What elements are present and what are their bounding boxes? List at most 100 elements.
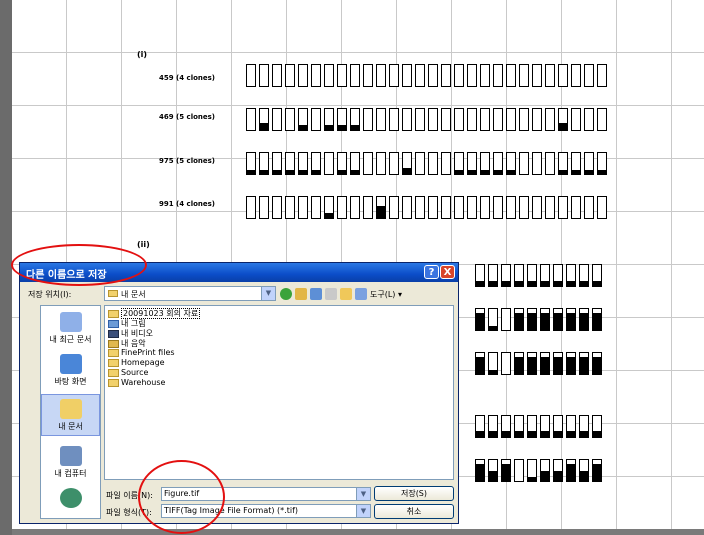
clone-box (558, 64, 568, 87)
clone-box (298, 196, 308, 219)
clone-box (566, 352, 576, 375)
clone-box (597, 152, 607, 175)
my-documents-icon (59, 399, 82, 419)
chevron-down-icon[interactable]: ▼ (261, 287, 275, 300)
clone-box-fill (593, 280, 601, 286)
clone-box-fill (286, 169, 294, 174)
place-network[interactable] (41, 488, 100, 510)
clone-box-fill (580, 280, 588, 286)
search-web-icon[interactable] (310, 288, 322, 300)
clone-box (553, 264, 563, 287)
recent-documents-icon (59, 312, 82, 332)
annotation-circle (11, 244, 147, 286)
clone-box (350, 196, 360, 219)
clone-box-fill (528, 476, 536, 481)
clone-box (540, 264, 550, 287)
clone-box (402, 152, 412, 175)
clone-box (363, 108, 373, 131)
clone-box-fill (593, 357, 601, 374)
clone-box (389, 152, 399, 175)
clone-box (527, 352, 537, 375)
list-item[interactable]: Homepage (108, 358, 165, 367)
video-folder-icon (108, 329, 119, 338)
chevron-down-icon[interactable]: ▼ (356, 505, 370, 517)
views-icon[interactable] (355, 288, 367, 300)
clone-box-fill (528, 280, 536, 286)
clone-box-fill (528, 357, 536, 374)
clone-box-fill (403, 167, 411, 174)
clone-box (246, 108, 256, 131)
chevron-down-icon[interactable]: ▼ (356, 488, 370, 500)
clone-box (545, 108, 555, 131)
clone-box (475, 308, 485, 331)
clone-box-fill (489, 430, 497, 437)
clone-box (592, 352, 602, 375)
clone-box (441, 196, 451, 219)
clone-box-fill (541, 313, 549, 330)
clone-box (506, 64, 516, 87)
up-folder-icon[interactable] (295, 288, 307, 300)
clone-box (376, 64, 386, 87)
clone-box (514, 415, 524, 438)
clone-box-row (246, 64, 607, 87)
clone-box (350, 108, 360, 131)
clone-box (527, 459, 537, 482)
clone-box (402, 196, 412, 219)
cancel-button[interactable]: 취소 (374, 504, 454, 519)
clone-box (389, 64, 399, 87)
clone-box-fill (476, 464, 484, 481)
clone-box (272, 64, 282, 87)
dialog-toolbar: 도구(L) ▾ (280, 287, 402, 301)
clone-box-row (246, 152, 607, 175)
clone-box-fill (515, 430, 523, 437)
new-folder-icon[interactable] (340, 288, 352, 300)
clone-box (514, 264, 524, 287)
clone-box (584, 152, 594, 175)
clone-box-fill (476, 357, 484, 374)
delete-icon[interactable] (325, 288, 337, 300)
clone-box (597, 64, 607, 87)
clone-box (480, 152, 490, 175)
clone-box (501, 459, 511, 482)
place-recent[interactable]: 내 최근 문서 (41, 312, 100, 345)
save-in-value: 내 문서 (121, 290, 146, 299)
clone-box (475, 352, 485, 375)
clone-box-fill (593, 313, 601, 330)
section-label-i: (i) (137, 50, 148, 59)
section-label-ii: (ii) (137, 240, 150, 249)
clone-box (350, 64, 360, 87)
back-icon[interactable] (280, 288, 292, 300)
list-item[interactable]: Warehouse (108, 378, 165, 387)
clone-box-fill (502, 464, 510, 481)
clone-box (467, 64, 477, 87)
help-button[interactable]: ? (424, 265, 439, 279)
music-folder-icon (108, 339, 119, 348)
clone-box-fill (299, 169, 307, 174)
clone-box-fill (567, 357, 575, 374)
clone-box (475, 264, 485, 287)
place-my-documents[interactable]: 내 문서 (41, 394, 100, 436)
clone-box-fill (559, 169, 567, 174)
close-button[interactable]: X (440, 265, 455, 279)
clone-box-fill (351, 124, 359, 130)
tools-menu[interactable]: 도구(L) ▾ (370, 289, 402, 300)
folder-icon (108, 348, 119, 357)
network-icon (59, 488, 82, 508)
clone-box (514, 459, 524, 482)
clone-box (493, 152, 503, 175)
clone-box (597, 196, 607, 219)
place-my-computer[interactable]: 내 컴퓨터 (41, 446, 100, 479)
clone-box (584, 108, 594, 131)
list-item[interactable]: Source (108, 368, 148, 377)
place-desktop[interactable]: 바탕 화면 (41, 354, 100, 387)
clone-box-fill (507, 169, 515, 174)
clone-box (493, 108, 503, 131)
clone-box (527, 264, 537, 287)
list-item[interactable]: FinePrint files (108, 348, 175, 357)
save-button[interactable]: 저장(S) (374, 486, 454, 501)
clone-box (467, 152, 477, 175)
clone-box-fill (260, 122, 268, 130)
save-in-dropdown[interactable]: 내 문서 ▼ (104, 286, 276, 301)
clone-box (324, 196, 334, 219)
clone-box-fill (541, 280, 549, 286)
